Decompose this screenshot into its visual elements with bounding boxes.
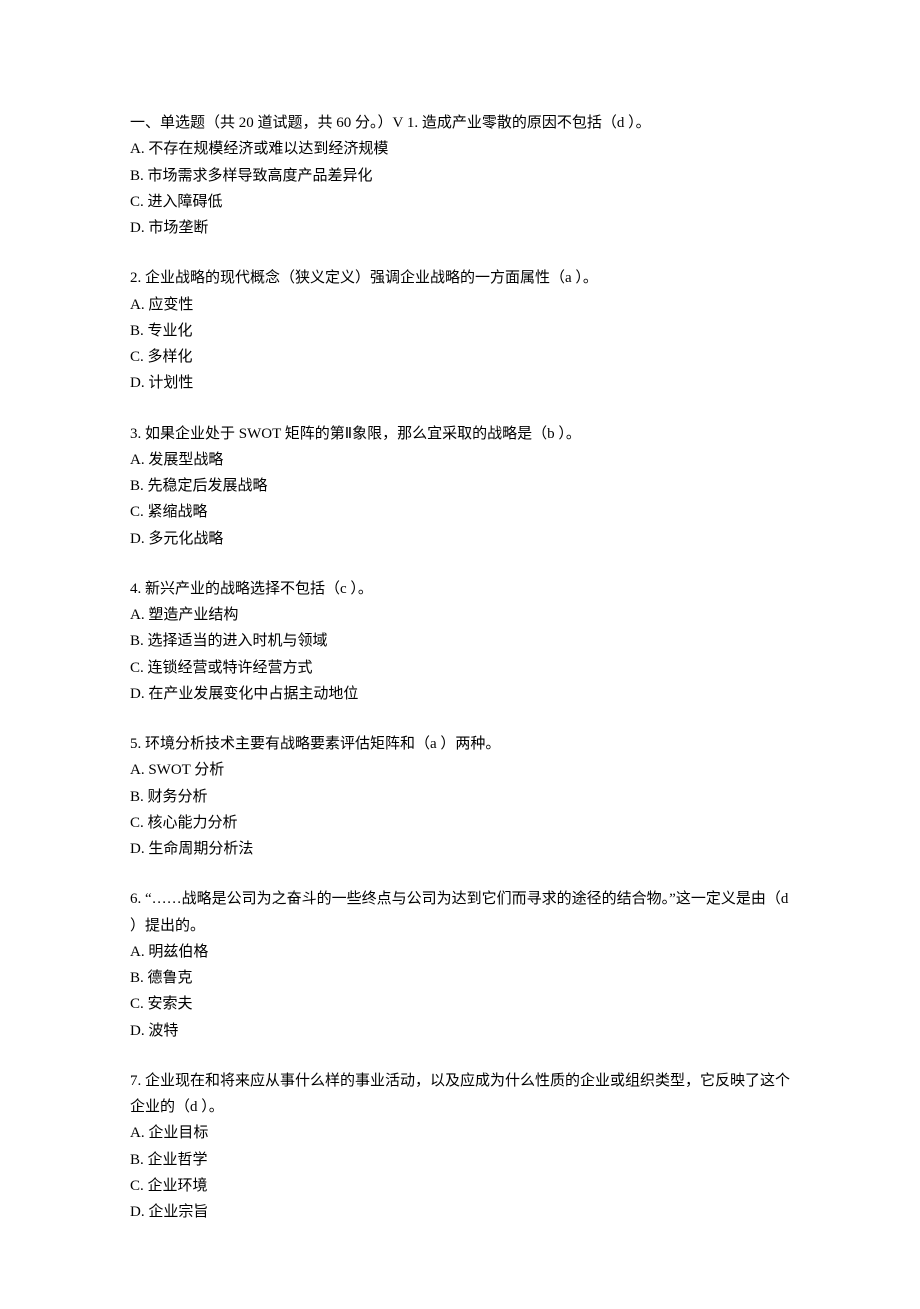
question-2: 2. 企业战略的现代概念（狭义定义）强调企业战略的一方面属性（a ）。 A. 应… xyxy=(130,265,790,396)
q2-option-d: D. 计划性 xyxy=(130,370,790,396)
q4-option-c: C. 连锁经营或特许经营方式 xyxy=(130,655,790,681)
q3-text: 3. 如果企业处于 SWOT 矩阵的第Ⅱ象限，那么宜采取的战略是（b ）。 xyxy=(130,421,790,447)
q7-option-a: A. 企业目标 xyxy=(130,1120,790,1146)
q6-text: 6. “……战略是公司为之奋斗的一些终点与公司为达到它们而寻求的途径的结合物。”… xyxy=(130,886,790,939)
q4-text: 4. 新兴产业的战略选择不包括（c ）。 xyxy=(130,576,790,602)
q6-option-d: D. 波特 xyxy=(130,1018,790,1044)
q2-option-c: C. 多样化 xyxy=(130,344,790,370)
q6-option-b: B. 德鲁克 xyxy=(130,965,790,991)
q7-option-c: C. 企业环境 xyxy=(130,1173,790,1199)
q7-option-b: B. 企业哲学 xyxy=(130,1147,790,1173)
question-4: 4. 新兴产业的战略选择不包括（c ）。 A. 塑造产业结构 B. 选择适当的进… xyxy=(130,576,790,707)
question-5: 5. 环境分析技术主要有战略要素评估矩阵和（a ）两种。 A. SWOT 分析 … xyxy=(130,731,790,862)
q5-option-c: C. 核心能力分析 xyxy=(130,810,790,836)
question-3: 3. 如果企业处于 SWOT 矩阵的第Ⅱ象限，那么宜采取的战略是（b ）。 A.… xyxy=(130,421,790,552)
q6-option-a: A. 明兹伯格 xyxy=(130,939,790,965)
q3-option-c: C. 紧缩战略 xyxy=(130,499,790,525)
q1-option-b: B. 市场需求多样导致高度产品差异化 xyxy=(130,163,790,189)
q3-option-d: D. 多元化战略 xyxy=(130,526,790,552)
q4-option-a: A. 塑造产业结构 xyxy=(130,602,790,628)
q2-option-a: A. 应变性 xyxy=(130,292,790,318)
q5-option-d: D. 生命周期分析法 xyxy=(130,836,790,862)
q4-option-d: D. 在产业发展变化中占据主动地位 xyxy=(130,681,790,707)
q1-option-c: C. 进入障碍低 xyxy=(130,189,790,215)
q5-text: 5. 环境分析技术主要有战略要素评估矩阵和（a ）两种。 xyxy=(130,731,790,757)
question-1: 一、单选题（共 20 道试题，共 60 分。）V 1. 造成产业零散的原因不包括… xyxy=(130,110,790,241)
question-7: 7. 企业现在和将来应从事什么样的事业活动，以及应成为什么性质的企业或组织类型，… xyxy=(130,1068,790,1226)
q5-option-a: A. SWOT 分析 xyxy=(130,757,790,783)
document-page: 一、单选题（共 20 道试题，共 60 分。）V 1. 造成产业零散的原因不包括… xyxy=(0,0,920,1309)
q3-option-a: A. 发展型战略 xyxy=(130,447,790,473)
q7-option-d: D. 企业宗旨 xyxy=(130,1199,790,1225)
section-header-and-q1: 一、单选题（共 20 道试题，共 60 分。）V 1. 造成产业零散的原因不包括… xyxy=(130,110,790,136)
question-6: 6. “……战略是公司为之奋斗的一些终点与公司为达到它们而寻求的途径的结合物。”… xyxy=(130,886,790,1044)
q3-option-b: B. 先稳定后发展战略 xyxy=(130,473,790,499)
q1-option-d: D. 市场垄断 xyxy=(130,215,790,241)
q2-text: 2. 企业战略的现代概念（狭义定义）强调企业战略的一方面属性（a ）。 xyxy=(130,265,790,291)
q6-option-c: C. 安索夫 xyxy=(130,991,790,1017)
q7-text: 7. 企业现在和将来应从事什么样的事业活动，以及应成为什么性质的企业或组织类型，… xyxy=(130,1068,790,1121)
q2-option-b: B. 专业化 xyxy=(130,318,790,344)
q5-option-b: B. 财务分析 xyxy=(130,784,790,810)
q4-option-b: B. 选择适当的进入时机与领域 xyxy=(130,628,790,654)
q1-option-a: A. 不存在规模经济或难以达到经济规模 xyxy=(130,136,790,162)
